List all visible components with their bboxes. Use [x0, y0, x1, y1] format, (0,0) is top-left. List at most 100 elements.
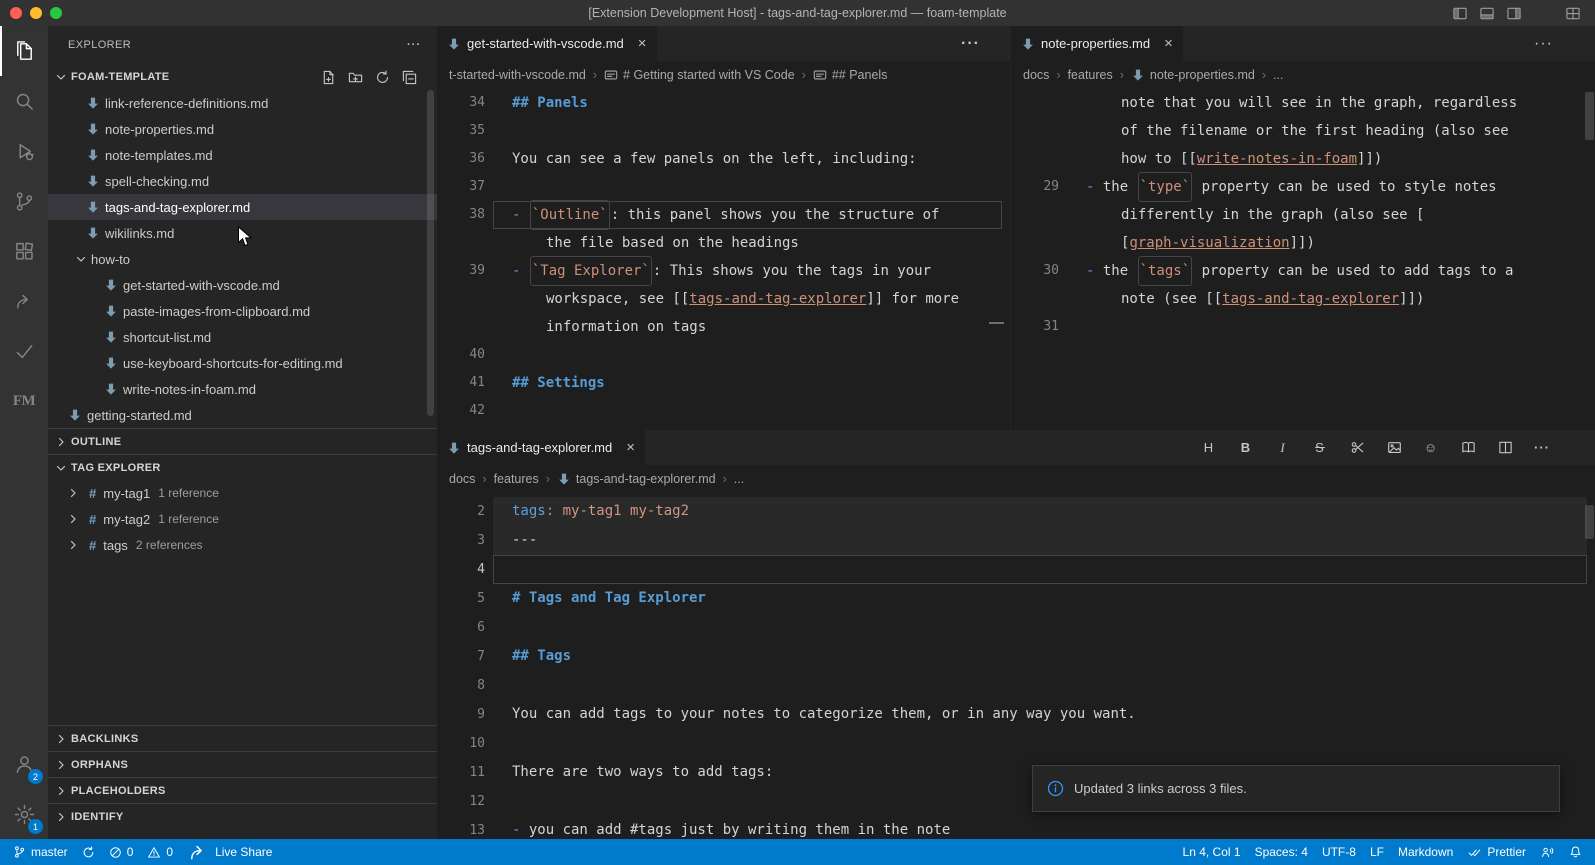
code-line-text[interactable]: [graph-visualization]]) [1059, 229, 1315, 257]
code-line-text[interactable]: note that you will see in the graph, reg… [1059, 89, 1517, 117]
tag-item-my-tag2[interactable]: #my-tag21 reference [48, 506, 437, 532]
status-utf-8[interactable]: UTF-8 [1315, 839, 1363, 865]
code-line-text[interactable]: You can add tags to your notes to catego… [485, 700, 1136, 729]
code-line-text[interactable]: the file based on the headings [485, 229, 799, 257]
breadcrumb-item-features[interactable]: features [494, 472, 539, 486]
close-icon[interactable]: × [1164, 35, 1173, 52]
activity-live-share-icon[interactable] [0, 276, 48, 326]
code-line-text[interactable]: ## Tags [485, 642, 571, 671]
tab-note-properties[interactable]: note-properties.md × [1011, 26, 1184, 61]
tree-item-link-reference-definitions-md[interactable]: link-reference-definitions.md [48, 90, 437, 116]
code-line-text[interactable] [1059, 313, 1086, 341]
image-icon[interactable] [1383, 437, 1405, 459]
section-foam-template[interactable]: FOAM-TEMPLATE [48, 64, 437, 90]
strikethrough-icon[interactable]: S [1309, 437, 1331, 459]
tag-item-my-tag1[interactable]: #my-tag11 reference [48, 480, 437, 506]
status-0[interactable]: 0 [140, 839, 180, 865]
sidebar-scrollbar[interactable] [427, 90, 434, 416]
status-live-share[interactable]: Live Share [180, 839, 279, 865]
refresh-icon[interactable] [375, 70, 390, 85]
tree-item-shortcut-list-md[interactable]: shortcut-list.md [48, 324, 437, 350]
activity-source-control-icon[interactable] [0, 176, 48, 226]
breadcrumb-item-[interactable]: ... [734, 472, 744, 486]
tag-item-tags[interactable]: #tags2 references [48, 532, 437, 558]
activity-explorer-icon[interactable] [0, 26, 48, 76]
code-line-text[interactable]: differently in the graph (also see [ [1059, 201, 1424, 229]
code-line-text[interactable] [485, 397, 512, 425]
section-backlinks[interactable]: BACKLINKS [48, 725, 437, 751]
status-feedback[interactable] [1533, 839, 1562, 865]
section-tag-explorer[interactable]: TAG EXPLORER [48, 454, 437, 480]
tree-item-write-notes-in-foam-md[interactable]: write-notes-in-foam.md [48, 376, 437, 402]
activity-testing-icon[interactable] [0, 326, 48, 376]
toggle-secondary-sidebar-icon[interactable] [1506, 6, 1522, 21]
tree-item-wikilinks-md[interactable]: wikilinks.md [48, 220, 437, 246]
heading-icon[interactable]: H [1198, 437, 1220, 459]
breadcrumb-item-[interactable]: ... [1273, 68, 1283, 82]
tree-item-spell-checking-md[interactable]: spell-checking.md [48, 168, 437, 194]
code-line-text[interactable]: There are two ways to add tags: [485, 758, 773, 787]
code-line-text[interactable]: --- [485, 526, 537, 555]
status-master[interactable]: master [6, 839, 75, 865]
code-line-text[interactable]: note (see [[tags-and-tag-explorer]]) [1059, 285, 1424, 313]
code-line-text[interactable] [485, 729, 512, 758]
close-window-button[interactable] [10, 7, 22, 19]
activity-extensions-icon[interactable] [0, 226, 48, 276]
code-line-text[interactable]: - the `type` property can be used to sty… [1059, 173, 1497, 201]
code-line-text[interactable] [485, 117, 512, 145]
status-prettier[interactable]: Prettier [1460, 839, 1533, 865]
breadcrumb-item-tags-and-tag-explorer-md[interactable]: tags-and-tag-explorer.md [557, 472, 716, 486]
code-line-text[interactable] [485, 555, 512, 584]
close-icon[interactable]: × [638, 35, 647, 52]
code-line-text[interactable]: ## Settings [485, 369, 605, 397]
status-ln-4-col-1[interactable]: Ln 4, Col 1 [1176, 839, 1248, 865]
code-line-text[interactable]: information on tags [485, 313, 706, 341]
more-actions-icon[interactable]: ··· [961, 35, 980, 53]
status-lf[interactable]: LF [1363, 839, 1391, 865]
breadcrumb-item-note-properties-md[interactable]: note-properties.md [1131, 68, 1255, 82]
breadcrumb-item-docs[interactable]: docs [449, 472, 475, 486]
italic-icon[interactable]: I [1272, 437, 1294, 459]
editor-get-started-with-vscode[interactable]: 34## Panels3536You can see a few panels … [437, 89, 1010, 430]
tree-item-get-started-with-vscode-md[interactable]: get-started-with-vscode.md [48, 272, 437, 298]
editor-note-properties[interactable]: note that you will see in the graph, reg… [1011, 89, 1595, 430]
zoom-window-button[interactable] [50, 7, 62, 19]
collapse-all-icon[interactable] [402, 70, 417, 85]
toggle-panel-icon[interactable] [1479, 6, 1495, 21]
notification-toast[interactable]: Updated 3 links across 3 files. [1032, 765, 1560, 812]
emoji-icon[interactable]: ☺ [1420, 437, 1442, 459]
tree-item-note-templates-md[interactable]: note-templates.md [48, 142, 437, 168]
code-line-text[interactable]: ## Panels [485, 89, 588, 117]
activity-run-debug-icon[interactable] [0, 126, 48, 176]
code-line-text[interactable]: of the filename or the first heading (al… [1059, 117, 1509, 145]
new-folder-icon[interactable] [348, 70, 363, 85]
tree-item-note-properties-md[interactable]: note-properties.md [48, 116, 437, 142]
customize-layout-icon[interactable] [1565, 6, 1581, 21]
status-markdown[interactable]: Markdown [1391, 839, 1460, 865]
status-spaces-4[interactable]: Spaces: 4 [1248, 839, 1315, 865]
code-line-text[interactable]: - `Tag Explorer`: This shows you the tag… [485, 257, 931, 285]
breadcrumb-item-t-started-with-vscode-md[interactable]: t-started-with-vscode.md [449, 68, 586, 82]
status-sync[interactable] [75, 839, 102, 865]
section-identify[interactable]: IDENTIFY [48, 803, 437, 829]
close-icon[interactable]: × [626, 439, 635, 456]
toggle-sidebar-icon[interactable] [1452, 6, 1468, 21]
tab-tags-and-tag-explorer[interactable]: tags-and-tag-explorer.md × [437, 430, 646, 465]
code-line-text[interactable]: - the `tags` property can be used to add… [1059, 257, 1513, 285]
scissors-icon[interactable] [1346, 437, 1368, 459]
code-line-text[interactable]: You can see a few panels on the left, in… [485, 145, 917, 173]
tree-item-paste-images-from-clipboard-md[interactable]: paste-images-from-clipboard.md [48, 298, 437, 324]
code-line-text[interactable]: # Tags and Tag Explorer [485, 584, 706, 613]
preview-icon[interactable] [1457, 437, 1479, 459]
more-actions-icon[interactable]: ··· [407, 39, 421, 51]
activity-foam-icon[interactable]: FM [0, 376, 48, 426]
activity-accounts-icon[interactable]: 2 [0, 739, 48, 789]
breadcrumb-item-docs[interactable]: docs [1023, 68, 1049, 82]
section-outline[interactable]: OUTLINE [48, 428, 437, 454]
code-line-text[interactable] [485, 173, 512, 201]
tree-item-getting-started-md[interactable]: getting-started.md [48, 402, 437, 428]
tree-item-tags-and-tag-explorer-md[interactable]: tags-and-tag-explorer.md [48, 194, 437, 220]
minimize-window-button[interactable] [30, 7, 42, 19]
new-file-icon[interactable] [321, 70, 336, 85]
tab-get-started-with-vscode[interactable]: get-started-with-vscode.md × [437, 26, 658, 61]
